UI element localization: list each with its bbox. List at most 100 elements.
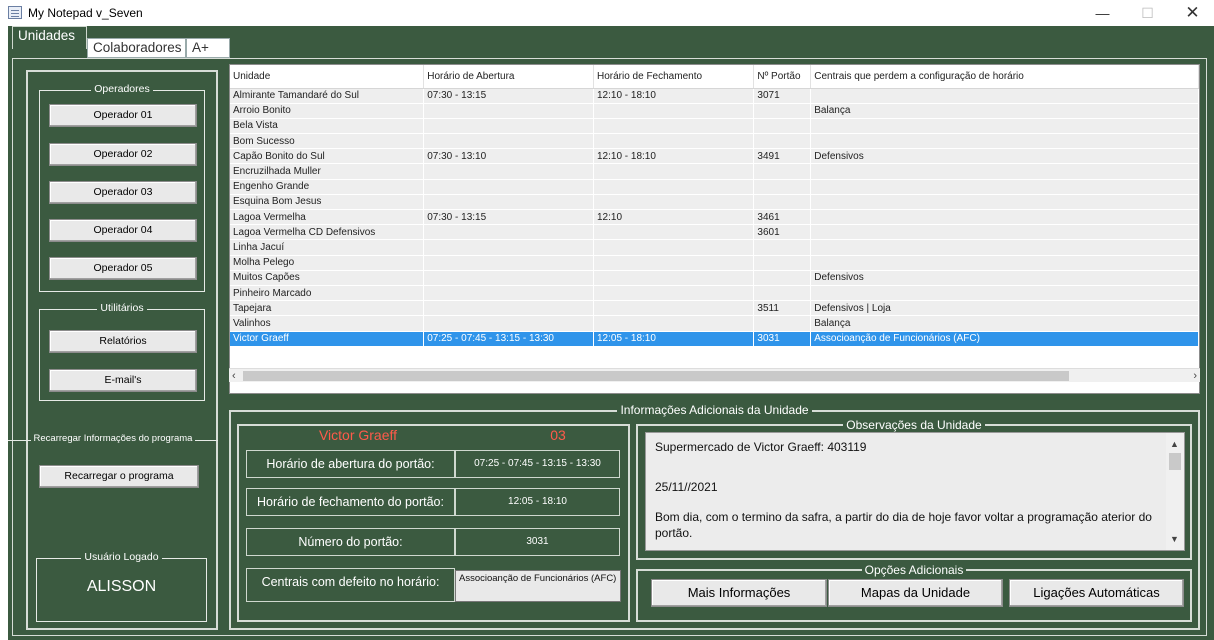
tab-a-plus[interactable]: A+ [186,38,230,58]
table-cell[interactable] [810,239,1199,256]
table-cell[interactable]: 12:10 - 18:10 [593,148,755,165]
reload-program-button[interactable]: Recarregar o programa [39,465,199,488]
table-cell[interactable]: Victor Graeff [230,331,425,347]
table-cell[interactable]: 07:25 - 07:45 - 13:15 - 13:30 [423,331,594,347]
table-cell[interactable] [423,163,594,180]
maximize-button[interactable]: ☐ [1125,0,1170,26]
table-cell[interactable]: Defensivos [810,270,1199,286]
table-cell[interactable]: 3491 [753,148,812,165]
table-row[interactable]: Victor Graeff 07:25 - 07:45 - 13:15 - 13:… [230,331,1199,347]
table-row[interactable]: Molha Pelego [230,255,1199,271]
table-cell[interactable] [593,118,755,135]
table-row[interactable]: Tapejara 3511 Defensivos | Loja [230,300,1199,317]
table-cell[interactable] [753,118,812,135]
table-cell[interactable] [593,285,755,302]
observations-scrollbar[interactable]: ▲ ▼ [1166,433,1184,550]
table-cell[interactable]: 12:10 - 18:10 [593,88,755,104]
table-cell[interactable] [753,255,812,271]
column-header-centrais[interactable]: Centrais que perdem a configuração de ho… [810,65,1199,89]
table-cell[interactable] [423,118,594,135]
table-row[interactable]: Valinhos Balança [230,315,1199,332]
table-row[interactable]: Arroio Bonito Balança [230,103,1199,119]
tab-unidades[interactable]: Unidades [12,26,87,49]
table-cell[interactable] [593,133,755,150]
table-cell[interactable]: Linha Jacuí [230,239,425,256]
table-cell[interactable]: 07:30 - 13:10 [423,148,594,165]
table-row[interactable]: Encruzilhada Muller [230,163,1199,180]
table-cell[interactable] [753,285,812,302]
table-cell[interactable]: 3071 [753,88,812,104]
scroll-up-icon[interactable]: ▲ [1170,436,1179,452]
table-row[interactable]: Pinheiro Marcado [230,285,1199,302]
column-header-fechamento[interactable]: Horário de Fechamento [593,65,755,89]
unit-maps-button[interactable]: Mapas da Unidade [828,579,1003,607]
more-info-button[interactable]: Mais Informações [651,579,827,607]
operator-05-button[interactable]: Operador 05 [49,257,197,280]
table-cell[interactable]: Tapejara [230,300,425,317]
column-header-abertura[interactable]: Horário de Abertura [423,65,594,89]
table-cell[interactable] [810,118,1199,135]
table-cell[interactable]: Balança [810,103,1199,119]
table-row[interactable]: Capão Bonito do Sul 07:30 - 13:10 12:10 - … [230,148,1199,165]
close-button[interactable]: ✕ [1170,0,1214,26]
table-cell[interactable]: Valinhos [230,315,425,332]
table-cell[interactable] [423,224,594,241]
table-cell[interactable] [810,88,1199,104]
units-table[interactable]: Unidade Horário de Abertura Horário de F… [229,64,1200,394]
operator-04-button[interactable]: Operador 04 [49,219,197,242]
table-cell[interactable]: Associoanção de Funcionários (AFC) [810,331,1199,347]
table-cell[interactable] [593,224,755,241]
table-cell[interactable] [593,179,755,195]
minimize-button[interactable]: — [1080,0,1125,26]
table-cell[interactable]: 3031 [753,331,812,347]
column-header-unidade[interactable]: Unidade [230,65,425,89]
table-row[interactable]: Bom Sucesso [230,133,1199,150]
table-row[interactable]: Lagoa Vermelha CD Defensivos 3601 [230,224,1199,241]
table-cell[interactable]: Pinheiro Marcado [230,285,425,302]
table-cell[interactable]: 07:30 - 13:15 [423,88,594,104]
table-cell[interactable]: Engenho Grande [230,179,425,195]
table-cell[interactable]: Balança [810,315,1199,332]
table-cell[interactable]: 12:10 [593,209,755,226]
table-cell[interactable] [810,194,1199,211]
table-cell[interactable] [593,239,755,256]
automatic-calls-button[interactable]: Ligações Automáticas [1009,579,1184,607]
table-cell[interactable] [593,300,755,317]
table-cell[interactable] [810,285,1199,302]
scroll-left-icon[interactable]: ‹ [232,369,236,383]
table-cell[interactable] [423,315,594,332]
table-row[interactable]: Bela Vista [230,118,1199,135]
table-cell[interactable] [810,209,1199,226]
table-cell[interactable]: Capão Bonito do Sul [230,148,425,165]
operator-02-button[interactable]: Operador 02 [49,143,197,166]
table-row[interactable]: Linha Jacuí [230,239,1199,256]
table-cell[interactable] [593,270,755,286]
table-cell[interactable] [810,224,1199,241]
table-cell[interactable] [423,133,594,150]
table-cell[interactable]: 07:30 - 13:15 [423,209,594,226]
scroll-right-icon[interactable]: › [1193,369,1197,383]
table-cell[interactable] [423,255,594,271]
table-cell[interactable]: 12:05 - 18:10 [593,331,755,347]
table-cell[interactable] [810,179,1199,195]
table-cell[interactable]: Defensivos | Loja [810,300,1199,317]
scrollbar-thumb[interactable] [243,371,1069,381]
table-cell[interactable] [593,103,755,119]
scroll-down-icon[interactable]: ▼ [1170,531,1179,547]
table-cell[interactable] [753,239,812,256]
table-cell[interactable] [753,179,812,195]
table-cell[interactable] [810,255,1199,271]
table-cell[interactable] [753,315,812,332]
emails-button[interactable]: E-mail's [49,369,197,392]
table-cell[interactable] [423,194,594,211]
table-cell[interactable]: Muitos Capões [230,270,425,286]
table-cell[interactable]: Molha Pelego [230,255,425,271]
column-header-portao[interactable]: Nº Portão [753,65,812,89]
table-cell[interactable] [753,194,812,211]
table-cell[interactable] [810,133,1199,150]
operator-01-button[interactable]: Operador 01 [49,104,197,127]
table-cell[interactable] [753,163,812,180]
table-row[interactable]: Esquina Bom Jesus [230,194,1199,211]
table-cell[interactable]: 3511 [753,300,812,317]
operator-03-button[interactable]: Operador 03 [49,181,197,204]
